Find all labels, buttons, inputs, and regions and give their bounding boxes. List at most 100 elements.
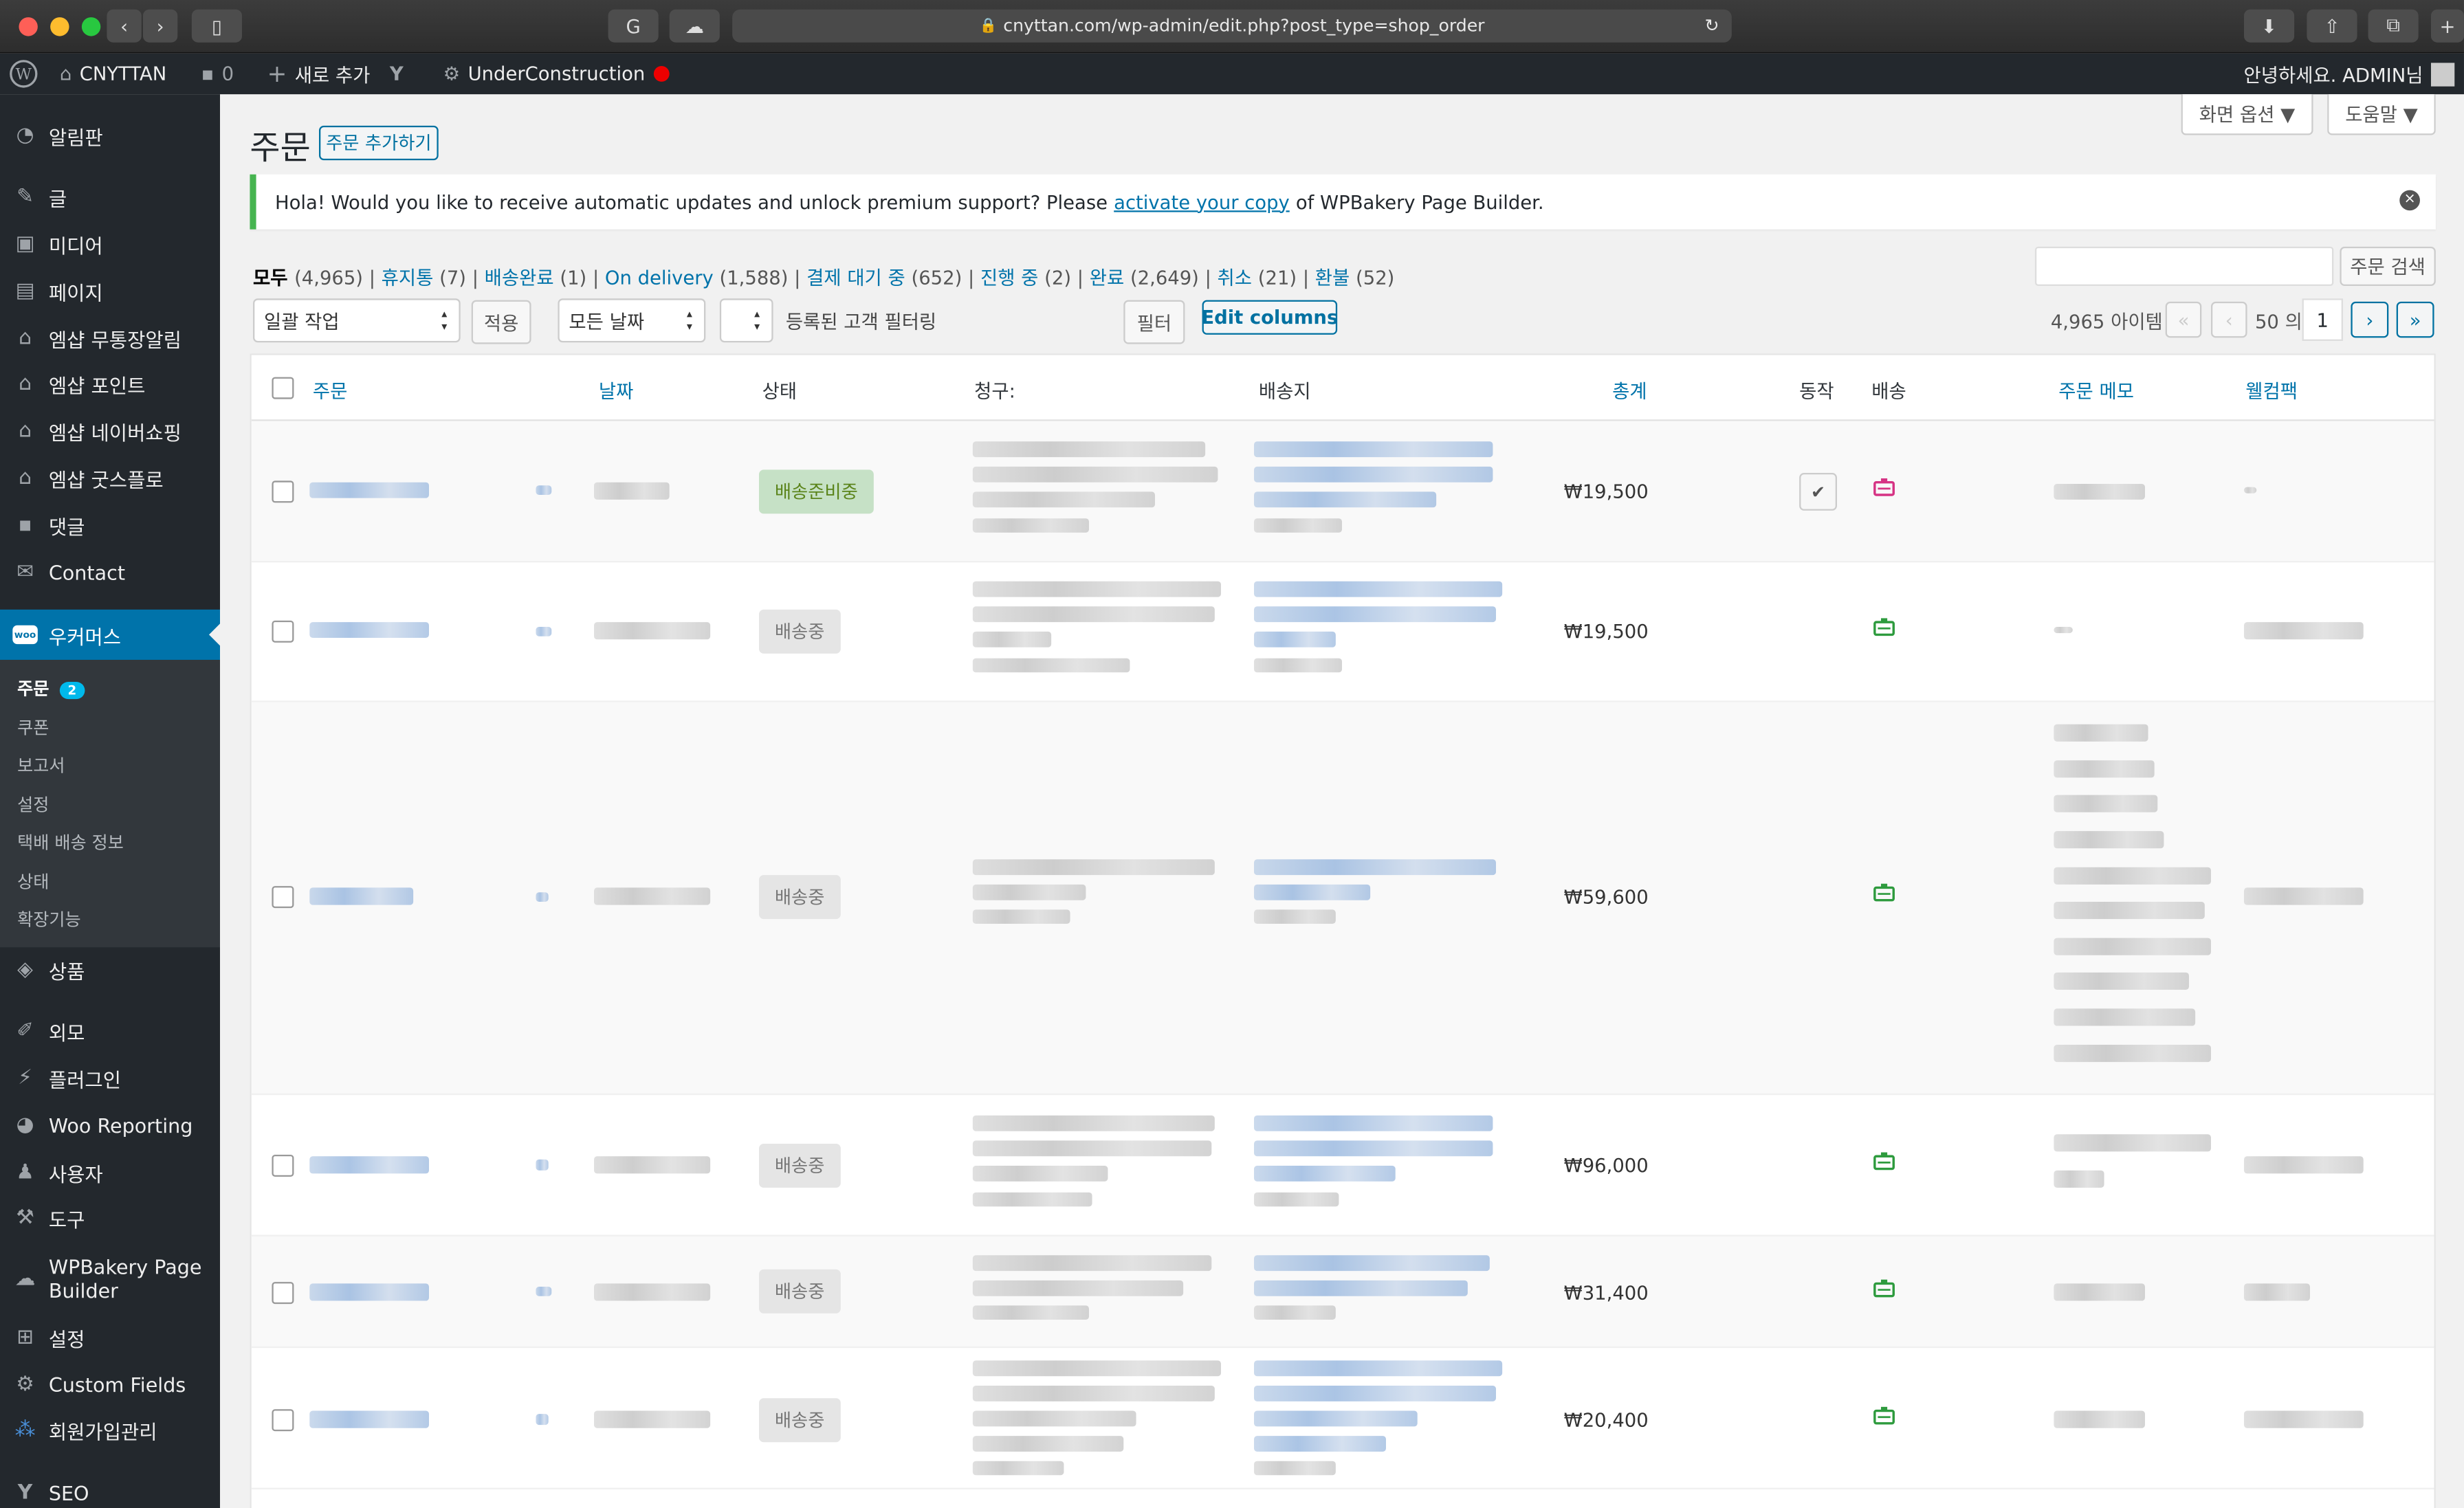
table-row[interactable]: 배송중 ₩96,000 xyxy=(251,1095,2434,1237)
col-welcome-pack[interactable]: 웰컴팩 xyxy=(2245,377,2298,404)
shipping-address[interactable] xyxy=(1253,859,1496,876)
menu-appearance[interactable]: ✐ 외모 xyxy=(0,1007,220,1054)
comments-link[interactable]: ▪ 0 xyxy=(201,54,234,94)
shipping-line[interactable] xyxy=(1253,1280,1468,1296)
shipping-line[interactable] xyxy=(1253,1165,1396,1182)
shipping-line[interactable] xyxy=(1253,1140,1493,1157)
shipping-line[interactable] xyxy=(1253,1385,1496,1401)
submenu-orders[interactable]: 주문 2 xyxy=(17,676,85,701)
submenu-delivery-info[interactable]: 택배 배송 정보 xyxy=(17,830,124,855)
row-checkbox[interactable] xyxy=(272,620,294,643)
minimize-window-button[interactable] xyxy=(50,17,69,36)
search-orders-button[interactable]: 주문 검색 xyxy=(2340,246,2436,286)
menu-seo[interactable]: Y SEO xyxy=(0,1469,220,1508)
reload-icon[interactable]: ↻ xyxy=(1704,16,1719,36)
menu-comments[interactable]: ▪ 댓글 xyxy=(0,501,220,548)
menu-custom-fields[interactable]: ⚙ Custom Fields xyxy=(0,1360,220,1408)
complete-action-button[interactable]: ✔ xyxy=(1799,472,1837,511)
submenu-extensions[interactable]: 확장기능 xyxy=(17,907,81,932)
table-row[interactable]: 배송중 ₩20,400 xyxy=(251,1348,2434,1489)
filter-trash[interactable]: 휴지통 (7) xyxy=(382,267,466,289)
site-name-link[interactable]: ⌂ CNYTTAN xyxy=(60,54,166,94)
order-link[interactable] xyxy=(309,482,429,498)
submenu-settings[interactable]: 설정 xyxy=(17,792,49,817)
activate-copy-link[interactable]: activate your copy xyxy=(1114,191,1290,213)
next-page-button[interactable]: › xyxy=(2351,301,2389,338)
filter-pending[interactable]: 결제 대기 중 (652) xyxy=(806,267,962,289)
zoom-window-button[interactable] xyxy=(81,17,101,36)
shipping-line[interactable] xyxy=(1253,631,1336,647)
filter-processing[interactable]: 진행 중 (2) xyxy=(980,267,1071,289)
date-filter-select[interactable]: 모든 날짜 xyxy=(558,298,706,343)
menu-settings[interactable]: ⊞ 설정 xyxy=(0,1313,220,1361)
table-row[interactable]: 배송중 ₩19,500 xyxy=(251,562,2434,702)
menu-contact[interactable]: ✉ Contact xyxy=(0,548,220,596)
row-checkbox[interactable] xyxy=(272,1282,294,1305)
shipping-line[interactable] xyxy=(1253,1410,1418,1427)
apply-button[interactable]: 적용 xyxy=(471,300,531,344)
shipping-address[interactable] xyxy=(1253,441,1493,458)
tabs-icon[interactable]: ⧉ xyxy=(2368,9,2419,43)
add-order-button[interactable]: 주문 추가하기 xyxy=(318,125,439,161)
menu-wpbakery[interactable]: ☁ WPBakery Page Builder xyxy=(0,1250,220,1307)
submenu-coupons[interactable]: 쿠폰 xyxy=(17,715,49,740)
customer-select[interactable] xyxy=(719,298,773,343)
menu-mshop-naver[interactable]: ⌂ 엠샵 네이버쇼핑 xyxy=(0,407,220,454)
current-page-input[interactable]: 1 xyxy=(2302,298,2343,341)
menu-products[interactable]: ◈ 상품 xyxy=(0,946,220,993)
filter-all[interactable]: 모두 (4,965) xyxy=(253,267,363,289)
shipping-line[interactable] xyxy=(1253,884,1371,900)
prev-page-button[interactable]: ‹ xyxy=(2210,301,2247,338)
submenu-status[interactable]: 상태 xyxy=(17,869,49,894)
delivery-icon[interactable] xyxy=(1873,883,1895,902)
first-page-button[interactable]: « xyxy=(2165,301,2202,338)
order-link[interactable] xyxy=(309,622,429,638)
edit-columns-button[interactable]: Edit columns xyxy=(1201,300,1338,335)
new-tab-icon[interactable]: + xyxy=(2430,9,2464,43)
row-checkbox[interactable] xyxy=(272,886,294,909)
menu-users[interactable]: ♟ 사용자 xyxy=(0,1149,220,1196)
filter-completed[interactable]: 완료 (2,649) xyxy=(1090,267,1199,289)
row-checkbox[interactable] xyxy=(272,1154,294,1177)
new-content-link[interactable]: + 새로 추가 xyxy=(267,54,371,94)
order-link[interactable] xyxy=(309,1156,429,1174)
shipping-line[interactable] xyxy=(1253,1436,1386,1452)
close-window-button[interactable] xyxy=(19,17,38,36)
row-checkbox[interactable] xyxy=(272,480,294,503)
bulk-action-select[interactable]: 일괄 작업 xyxy=(252,298,461,343)
table-row[interactable]: 배송중 ₩31,400 xyxy=(251,1236,2434,1349)
preview-icon[interactable] xyxy=(536,1414,549,1426)
shipping-address[interactable] xyxy=(1253,1255,1490,1272)
preview-icon[interactable] xyxy=(536,626,552,636)
yoast-icon[interactable]: Y xyxy=(390,54,404,94)
screen-options-button[interactable]: 화면 옵션 ▼ xyxy=(2181,94,2313,135)
menu-media[interactable]: ▣ 미디어 xyxy=(0,220,220,267)
row-checkbox[interactable] xyxy=(272,1409,294,1432)
menu-posts[interactable]: ✎ 글 xyxy=(0,173,220,220)
menu-plugins[interactable]: ⚡ 플러그인 xyxy=(0,1054,220,1102)
preview-icon[interactable] xyxy=(536,485,552,495)
menu-woo-reporting[interactable]: ◕ Woo Reporting xyxy=(0,1101,220,1149)
menu-members[interactable]: ⁂ 회원가입관리 xyxy=(0,1406,220,1454)
shipping-address[interactable] xyxy=(1253,581,1503,597)
filter-on-delivery[interactable]: On delivery (1,588) xyxy=(605,267,789,289)
menu-mshop-bank[interactable]: ⌂ 엠샵 무통장알림 xyxy=(0,314,220,362)
help-button[interactable]: 도움말 ▼ xyxy=(2327,94,2436,135)
under-construction-link[interactable]: ⚙ UnderConstruction xyxy=(443,54,669,94)
my-account-link[interactable]: 안녕하세요. ADMIN님 xyxy=(2244,54,2455,94)
order-search-input[interactable] xyxy=(2034,246,2334,286)
preview-icon[interactable] xyxy=(536,1286,552,1296)
back-button[interactable]: ‹ xyxy=(107,9,142,43)
menu-mshop-goodsflow[interactable]: ⌂ 엠샵 굿스플로 xyxy=(0,454,220,502)
menu-woocommerce[interactable]: woo 우커머스 xyxy=(0,609,220,660)
dismiss-icon[interactable]: × xyxy=(2399,190,2420,211)
select-all-checkbox[interactable] xyxy=(272,377,294,399)
order-link[interactable] xyxy=(309,887,414,905)
shipping-address[interactable] xyxy=(1253,1360,1503,1377)
menu-mshop-point[interactable]: ⌂ 엠샵 포인트 xyxy=(0,359,220,407)
shipping-line[interactable] xyxy=(1253,606,1496,623)
col-order-note[interactable]: 주문 메모 xyxy=(2058,377,2134,404)
preview-icon[interactable] xyxy=(536,1159,549,1171)
filter-button[interactable]: 필터 xyxy=(1123,300,1185,344)
delivery-icon[interactable] xyxy=(1873,617,1895,636)
